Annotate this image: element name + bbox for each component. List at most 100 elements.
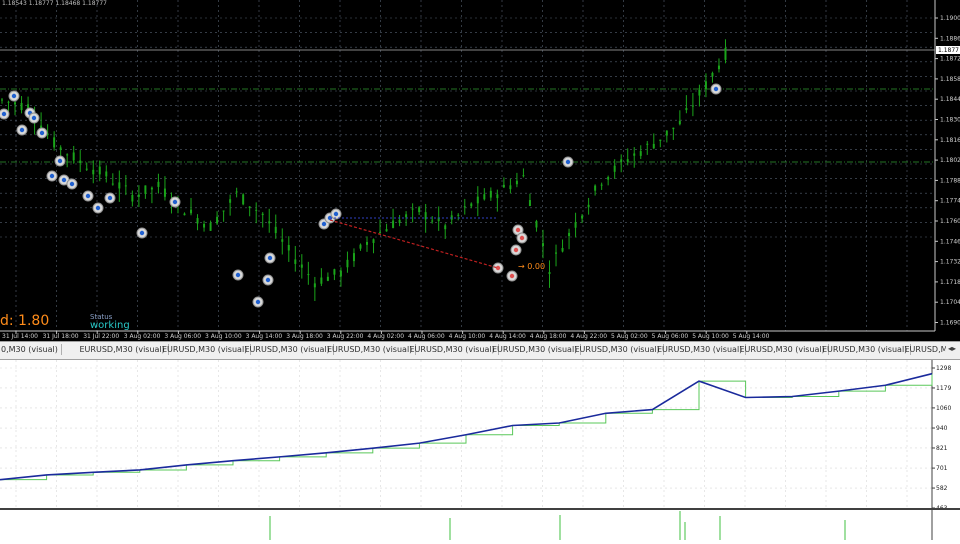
trade-marker-dot [70, 182, 74, 186]
candle [659, 140, 661, 148]
trade-marker-dot [514, 248, 518, 252]
candle-body [1, 100, 3, 101]
trade-marker-dot [714, 87, 718, 91]
trade-marker [517, 233, 527, 243]
candle-body [692, 106, 694, 107]
candle [496, 190, 498, 212]
candle-body [14, 102, 16, 104]
candle-body [86, 169, 88, 170]
chart-tab[interactable]: 0,M30 (visual) [0, 344, 62, 355]
candle-body [522, 175, 524, 176]
candle-body [184, 214, 186, 216]
candle [535, 220, 537, 232]
candle [73, 146, 75, 164]
chart-tab[interactable]: EURUSD,M30 (visual) [159, 344, 251, 355]
chart-tab[interactable]: EURUSD,M30 (visual) [737, 344, 829, 355]
candle [333, 269, 335, 280]
candle [490, 187, 492, 200]
candle [359, 243, 361, 250]
candle [229, 195, 231, 216]
price-axis-label: 1.1704 [940, 299, 960, 306]
chart-tab[interactable]: EURUSD,M30 (visual) [572, 344, 664, 355]
candle [633, 147, 635, 168]
price-axis-label: 1.1900 [940, 15, 960, 22]
current-price-label: 1.1877 [938, 47, 959, 54]
candle [144, 185, 146, 199]
candle [346, 252, 348, 273]
candle [483, 188, 485, 200]
candle [522, 168, 524, 177]
trade-marker [507, 271, 517, 281]
time-axis-label: 3 Aug 10:00 [205, 333, 242, 340]
candle-body [555, 253, 557, 254]
candle-body [614, 166, 616, 172]
candle [692, 93, 694, 116]
candle-body [653, 144, 655, 148]
price-axis-label: 1.1802 [940, 157, 960, 164]
candle [112, 173, 114, 185]
candle-body [366, 242, 368, 245]
candle [249, 206, 251, 216]
candle-body [216, 217, 218, 224]
candle-body [131, 195, 133, 202]
price-axis-label: 1.1872 [940, 56, 960, 63]
candle [549, 260, 551, 287]
candle-body [679, 121, 681, 124]
candle [1, 98, 3, 104]
price-axis-label: 1.1858 [940, 76, 960, 83]
trade-marker [55, 156, 65, 166]
candle [516, 173, 518, 187]
price-axis-label: 1.1830 [940, 117, 960, 124]
candle-body [509, 185, 511, 189]
candle [21, 96, 23, 113]
time-axis-label: 31 Jul 18:00 [43, 333, 79, 340]
candle-body [53, 137, 55, 147]
time-axis-label: 4 Aug 14:00 [489, 333, 526, 340]
candle [242, 193, 244, 205]
chart-tab[interactable]: EURUSD,M30 (visual) [489, 344, 581, 355]
candle-body [457, 215, 459, 216]
chart-tab[interactable]: EURUSD,M30 (visual) [77, 344, 169, 355]
candle-body [568, 233, 570, 236]
trade-marker [37, 128, 47, 138]
equity-chart-svg: 129811791060940821701582463 [0, 360, 960, 508]
candle-body [698, 90, 700, 96]
candle-body [275, 227, 277, 233]
candle-body [705, 81, 707, 89]
trade-marker-dot [322, 222, 326, 226]
chart-tab[interactable]: EURUSD,M30 (visual) [242, 344, 334, 355]
trade-marker-dot [58, 159, 62, 163]
chart-tab[interactable]: EURUSD,M30 (visual) [819, 344, 911, 355]
equity-chart[interactable]: 129811791060940821701582463 [0, 360, 960, 508]
candle-body [210, 223, 212, 231]
candle [255, 202, 257, 223]
candle-body [666, 131, 668, 136]
price-chart[interactable]: 1.19001.18861.18721.18581.18441.18301.18… [0, 0, 960, 341]
candle-body [470, 204, 472, 207]
candle-body [483, 194, 485, 199]
candle [542, 230, 544, 258]
candle-body [327, 277, 329, 281]
chart-tab[interactable]: EURUSD,M30 (visual) [654, 344, 746, 355]
tab-scroll-icon[interactable]: ◂▸ [946, 344, 958, 353]
time-axis-label: 4 Aug 10:00 [449, 333, 486, 340]
chart-tab[interactable]: EURUSD,M30 (visual) [407, 344, 499, 355]
trade-marker [170, 197, 180, 207]
price-axis-label: 1.1844 [940, 96, 960, 103]
trade-line [330, 220, 498, 268]
price-axis-label: 1.1732 [940, 259, 960, 266]
candle-body [314, 283, 316, 287]
candle [216, 211, 218, 225]
candle [418, 206, 420, 215]
candle-body [164, 189, 166, 197]
candle-body [620, 159, 622, 162]
candle-body [138, 195, 140, 197]
time-axis-label: 31 Jul 22:00 [83, 333, 119, 340]
candle-body [255, 210, 257, 211]
time-axis-label: 3 Aug 02:00 [124, 333, 161, 340]
chart-tab[interactable]: EURUSD,M30 (visual) [324, 344, 416, 355]
candle [366, 236, 368, 252]
candle [529, 194, 531, 206]
equity-line [0, 374, 932, 480]
price-axis-label: 1.1690 [940, 320, 960, 327]
